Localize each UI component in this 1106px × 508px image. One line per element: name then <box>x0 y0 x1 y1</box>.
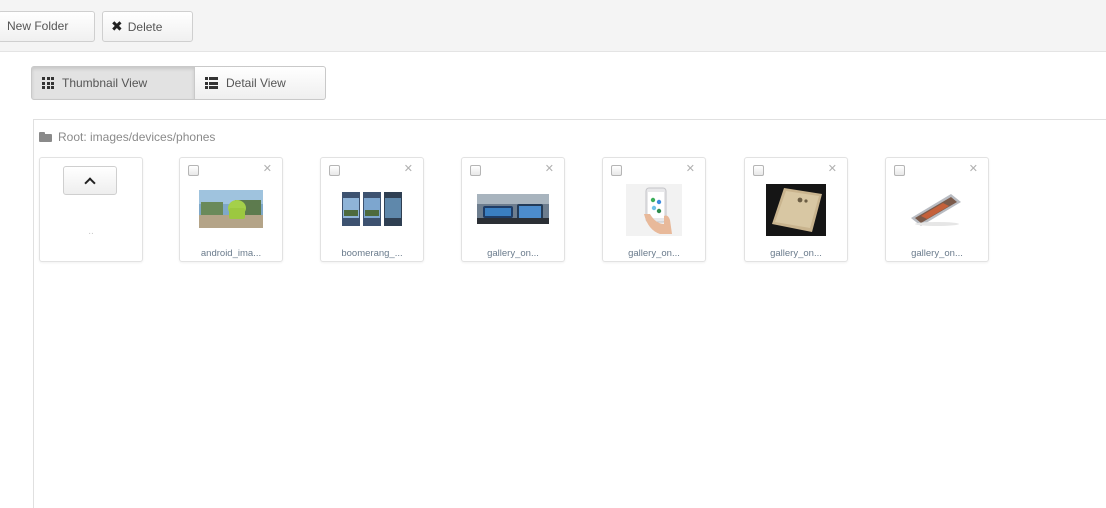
remove-icon[interactable]: ✕ <box>545 162 554 175</box>
android-image-thumbnail <box>199 190 263 228</box>
new-folder-button[interactable]: New Folder <box>0 11 95 42</box>
file-name[interactable]: boomerang_... <box>321 248 423 259</box>
thumbnail-view-label: Thumbnail View <box>62 76 148 90</box>
view-toggle-group: Thumbnail View Detail View <box>31 66 326 100</box>
delete-label: Delete <box>127 20 163 34</box>
file-thumbnail <box>199 190 263 228</box>
remove-icon[interactable]: ✕ <box>686 162 695 175</box>
file-thumbnail <box>766 184 826 236</box>
file-tile[interactable]: ✕ gallery_on... <box>885 157 989 262</box>
detail-view-label: Detail View <box>226 76 286 90</box>
file-tile[interactable]: ✕ gallery_on... <box>461 157 565 262</box>
new-folder-label: New Folder <box>7 19 69 33</box>
boomerang-thumbnail <box>340 190 404 228</box>
file-tile[interactable]: ✕ android_ima... <box>179 157 283 262</box>
file-thumbnail <box>340 190 404 228</box>
select-checkbox[interactable] <box>188 165 199 176</box>
gallery-desk-thumbnail <box>477 188 549 228</box>
select-checkbox[interactable] <box>611 165 622 176</box>
gallery-gold-phone-thumbnail <box>766 184 826 236</box>
remove-icon[interactable]: ✕ <box>828 162 837 175</box>
delete-button[interactable]: ✖ Delete <box>102 11 193 42</box>
select-checkbox[interactable] <box>753 165 764 176</box>
remove-icon[interactable]: ✕ <box>263 162 272 175</box>
file-thumbnail <box>626 184 682 236</box>
file-thumbnail <box>477 188 549 228</box>
thumbnail-view-button[interactable]: Thumbnail View <box>31 66 195 100</box>
detail-view-button[interactable]: Detail View <box>195 66 326 100</box>
parent-folder-tile[interactable]: .. <box>39 157 143 262</box>
gallery-diagonal-phone-thumbnail <box>907 188 967 228</box>
toolbar: New Folder ✖ Delete <box>0 0 1106 52</box>
media-browser: Root: images/devices/phones .. ✕ android… <box>33 119 1106 508</box>
delete-icon: ✖ <box>111 18 123 34</box>
list-icon <box>205 77 218 89</box>
file-name[interactable]: gallery_on... <box>603 248 705 259</box>
folder-icon <box>39 132 52 142</box>
select-checkbox[interactable] <box>329 165 340 176</box>
grid-icon <box>42 77 54 89</box>
gallery-hand-phone-thumbnail <box>626 184 682 236</box>
breadcrumb: Root: images/devices/phones <box>39 130 215 144</box>
breadcrumb-path: Root: images/devices/phones <box>58 130 216 144</box>
file-name[interactable]: gallery_on... <box>886 248 988 259</box>
select-checkbox[interactable] <box>470 165 481 176</box>
folder-up-button[interactable] <box>63 166 117 195</box>
select-checkbox[interactable] <box>894 165 905 176</box>
file-name[interactable]: android_ima... <box>180 248 282 259</box>
file-thumbnail <box>907 188 967 228</box>
parent-folder-label: .. <box>88 226 94 237</box>
remove-icon[interactable]: ✕ <box>404 162 413 175</box>
file-tile[interactable]: ✕ boomerang_... <box>320 157 424 262</box>
file-name[interactable]: gallery_on... <box>745 248 847 259</box>
file-tile[interactable]: ✕ gallery_on... <box>602 157 706 262</box>
chevron-up-icon <box>84 177 96 189</box>
file-tile[interactable]: ✕ gallery_on... <box>744 157 848 262</box>
remove-icon[interactable]: ✕ <box>969 162 978 175</box>
file-name[interactable]: gallery_on... <box>462 248 564 259</box>
